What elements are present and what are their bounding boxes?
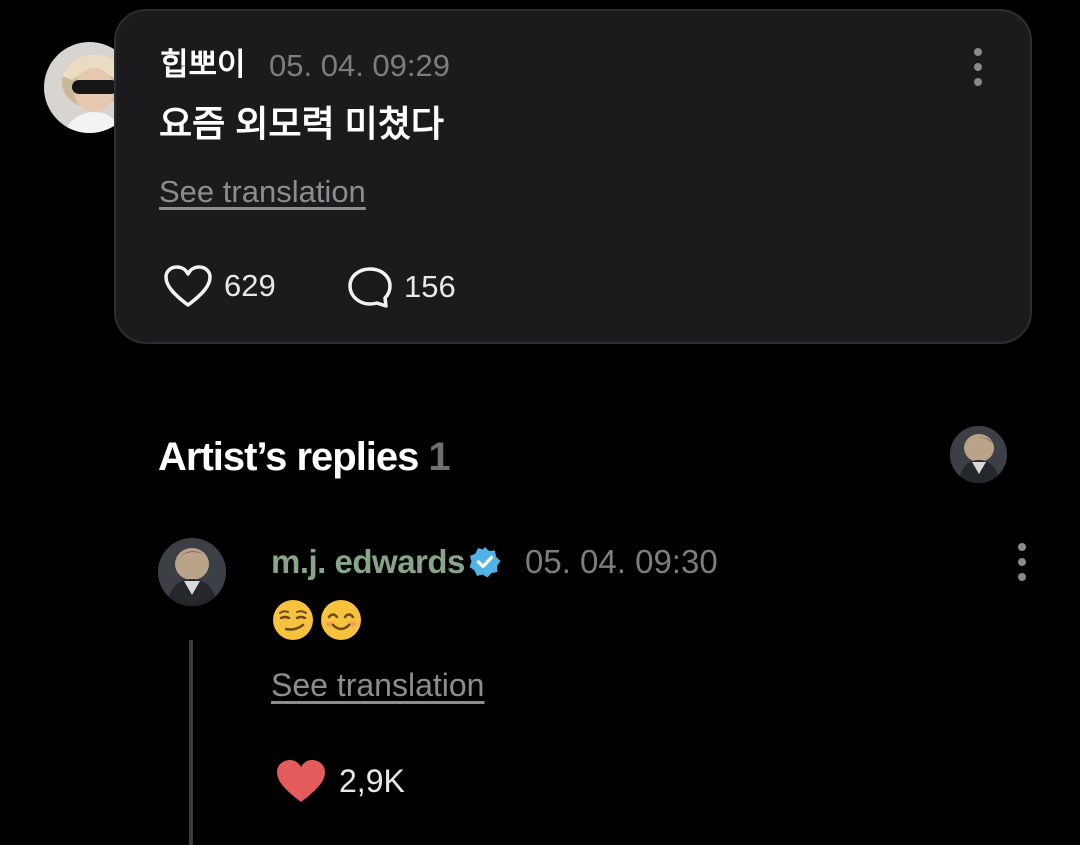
reply-like-count: 2,9K	[339, 763, 405, 799]
post-text: 요즘 외모력 미쳤다	[159, 103, 444, 144]
reply-see-translation-link[interactable]: See translation	[271, 665, 484, 705]
verified-badge-icon	[469, 547, 501, 578]
artist-replies-count: 1	[428, 435, 450, 479]
reply-timestamp: 05. 04. 09:30	[525, 543, 718, 580]
post-more-options-icon[interactable]	[968, 48, 988, 86]
reply-thread-line	[189, 640, 193, 845]
heart-filled-icon	[277, 760, 325, 802]
reply-author[interactable]: m.j. edwards	[271, 541, 465, 583]
post-timestamp: 05. 04. 09:29	[269, 48, 450, 83]
post-comment-count: 156	[404, 269, 456, 304]
post-author[interactable]: 힙뽀이	[160, 45, 246, 85]
post-card: 힙뽀이 05. 04. 09:29 요즘 외모력 미쳤다 See transla…	[114, 9, 1032, 344]
smirking-face-icon	[273, 600, 313, 640]
reply-like-button[interactable]: 2,9K	[275, 757, 405, 805]
post-like-button[interactable]: 629	[162, 263, 276, 309]
reply-more-options-icon[interactable]	[1012, 543, 1032, 581]
smiling-face-with-smiling-eyes-icon	[321, 600, 361, 640]
post-like-count: 629	[224, 268, 276, 303]
artist-replies-title: Artist’s replies	[158, 435, 419, 479]
comment-bubble-icon	[348, 267, 392, 308]
heart-outline-icon	[164, 265, 212, 307]
artist-avatar[interactable]	[158, 538, 226, 606]
artist-replies-heading: Artist’s replies 1	[158, 433, 451, 481]
reply-text	[271, 598, 363, 642]
post-see-translation-link[interactable]: See translation	[159, 172, 366, 212]
post-comment-button[interactable]: 156	[346, 265, 456, 309]
artist-header-avatar[interactable]	[950, 426, 1007, 483]
